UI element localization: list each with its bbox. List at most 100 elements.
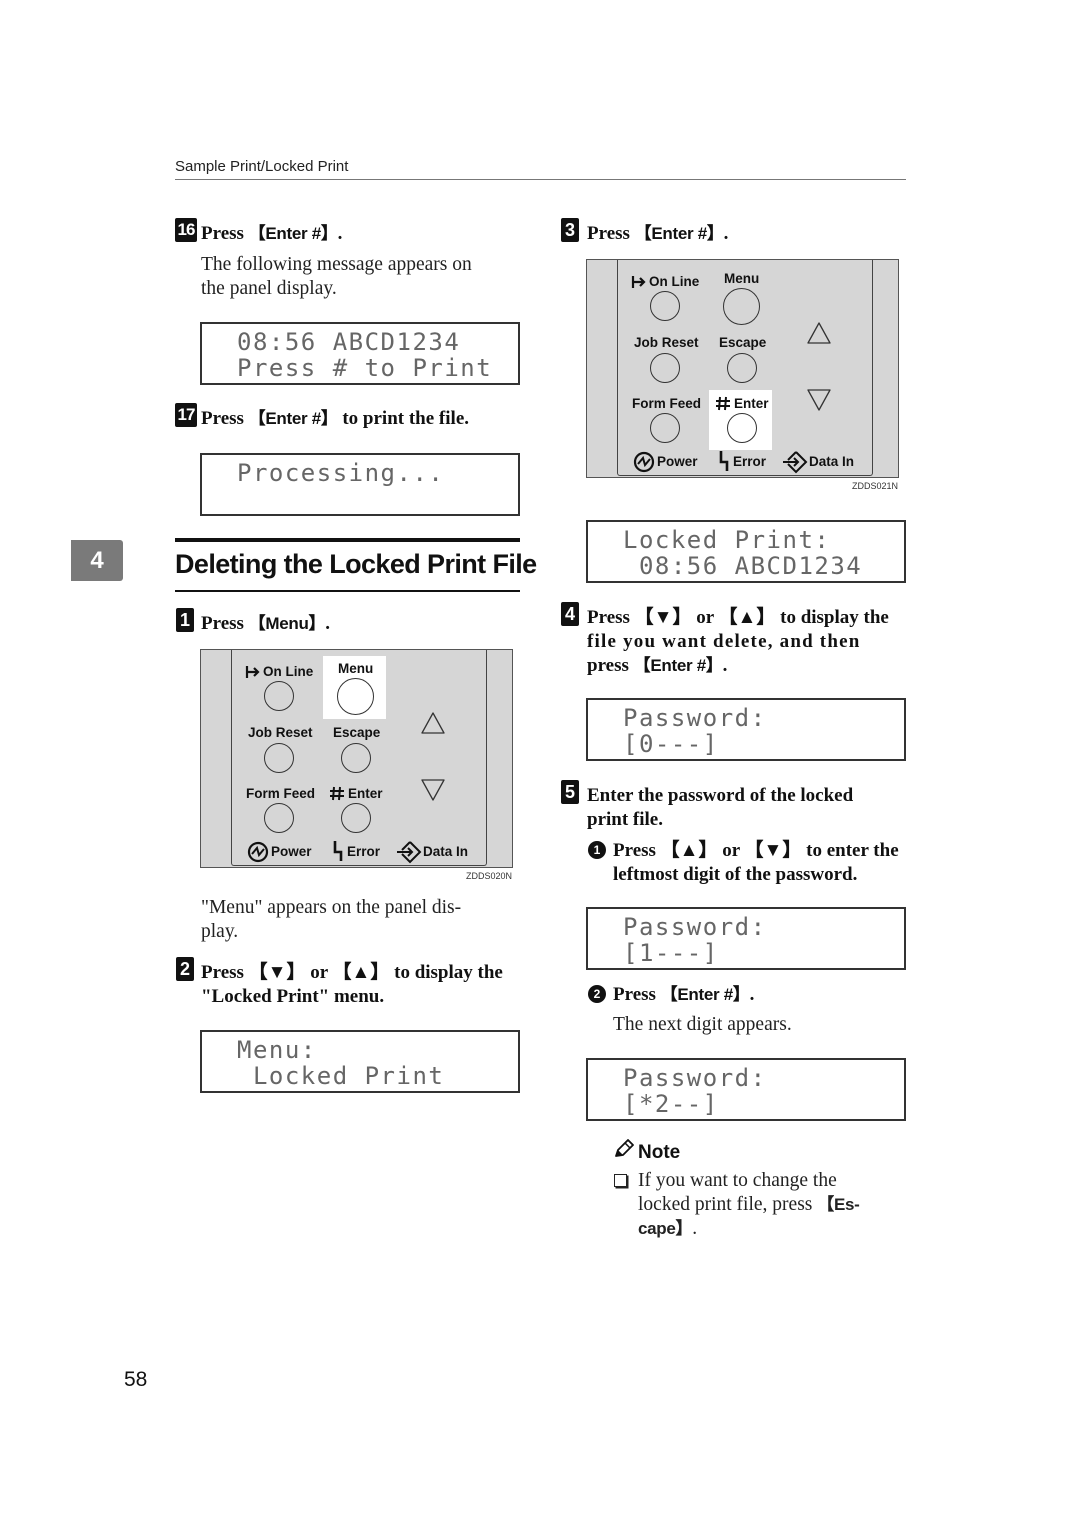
lcd-line-1: Locked Print: bbox=[623, 526, 831, 554]
step-2-line-1: Press 【▼】 or 【▲】 to display the bbox=[201, 962, 503, 983]
step-4-line-1: Press 【▼】 or 【▲】 to display the bbox=[587, 607, 889, 628]
lcd-display: Locked Print: 08:56 ABCD1234 bbox=[586, 520, 906, 583]
escape-key-label: cape】 bbox=[638, 1219, 693, 1238]
step-text: Press bbox=[613, 984, 661, 1005]
label-menu: Menu bbox=[724, 271, 760, 286]
lcd-line-2: [0---] bbox=[623, 730, 719, 758]
step-4-line-3: press 【Enter #】. bbox=[587, 654, 727, 678]
note-text: locked print file, press bbox=[638, 1194, 818, 1215]
step-number-badge: 1 bbox=[176, 608, 194, 632]
step-text: . bbox=[337, 223, 343, 244]
data-in-icon bbox=[783, 451, 808, 474]
form-feed-button[interactable] bbox=[650, 413, 680, 443]
note-line-3: cape】. bbox=[638, 1217, 697, 1241]
lcd-line-2: [*2--] bbox=[623, 1090, 719, 1118]
note-title: Note bbox=[638, 1142, 681, 1163]
step-number-badge: 16 bbox=[175, 218, 197, 242]
online-icon bbox=[631, 276, 646, 288]
lcd-line-1: 08:56 ABCD1234 bbox=[237, 328, 461, 356]
lcd-line-2: [1---] bbox=[623, 939, 719, 967]
step-5-line-2: print file. bbox=[587, 809, 663, 830]
step-1-desc-1: "Menu" appears on the panel dis- bbox=[201, 897, 462, 918]
form-feed-button[interactable] bbox=[264, 803, 294, 833]
hash-icon bbox=[330, 786, 344, 801]
step-text: . bbox=[325, 613, 331, 634]
lcd-line-1: Password: bbox=[623, 1064, 767, 1092]
page-number: 58 bbox=[124, 1368, 148, 1391]
header-rule bbox=[175, 179, 906, 180]
sub-step-bullet: 2 bbox=[588, 985, 606, 1003]
up-arrow-button[interactable] bbox=[806, 321, 832, 345]
label-job-reset: Job Reset bbox=[248, 725, 313, 740]
sub-step-bullet: 1 bbox=[588, 841, 606, 859]
step-17-instruction: Press 【Enter #】 to print the file. bbox=[201, 407, 469, 431]
step-number-badge: 17 bbox=[175, 403, 197, 427]
label-escape: Escape bbox=[333, 725, 381, 740]
figure-reference: ZDDS021N bbox=[852, 481, 899, 491]
escape-button[interactable] bbox=[727, 353, 757, 383]
label-power: Power bbox=[271, 844, 312, 859]
section-rule-bottom bbox=[175, 590, 520, 592]
online-button[interactable] bbox=[650, 291, 680, 321]
hash-icon bbox=[716, 396, 730, 411]
label-form-feed: Form Feed bbox=[246, 786, 316, 801]
step-5-line-1: Enter the password of the locked bbox=[587, 785, 854, 806]
step-3-instruction: Press 【Enter #】. bbox=[587, 222, 728, 246]
step-text: press bbox=[587, 655, 634, 676]
sub-step-1-line-1: Press 【▲】 or 【▼】 to enter the bbox=[613, 840, 899, 861]
lcd-line-2: Locked Print bbox=[237, 1062, 445, 1090]
menu-button[interactable] bbox=[723, 288, 760, 325]
online-button[interactable] bbox=[264, 681, 294, 711]
down-arrow-button[interactable] bbox=[420, 778, 446, 802]
data-in-icon bbox=[397, 841, 422, 864]
power-icon bbox=[247, 841, 269, 863]
enter-key-label: 【Enter #】 bbox=[660, 985, 750, 1004]
step-2-line-2: "Locked Print" menu. bbox=[201, 986, 385, 1007]
enter-key-label: 【Enter #】 bbox=[633, 656, 723, 675]
step-text: Press bbox=[587, 223, 635, 244]
note-line-1: If you want to change the bbox=[638, 1170, 837, 1191]
printer-control-panel: On Line Menu Job Reset Escape Form Feed … bbox=[586, 259, 899, 478]
label-enter: Enter bbox=[734, 396, 769, 411]
menu-button[interactable] bbox=[337, 678, 374, 715]
lcd-display: 08:56 ABCD1234 Press # to Print bbox=[200, 322, 520, 385]
figure-reference: ZDDS020N bbox=[466, 871, 513, 881]
enter-key-label: 【Enter #】 bbox=[248, 409, 338, 428]
job-reset-button[interactable] bbox=[650, 353, 680, 383]
enter-button[interactable] bbox=[727, 413, 757, 443]
note-line-2: locked print file, press 【Es- bbox=[638, 1193, 860, 1217]
sub-step-2-desc: The next digit appears. bbox=[613, 1014, 792, 1035]
label-job-reset: Job Reset bbox=[634, 335, 699, 350]
label-form-feed: Form Feed bbox=[632, 396, 702, 411]
step-1-instruction: Press 【Menu】. bbox=[201, 612, 330, 636]
online-icon bbox=[245, 666, 260, 678]
up-arrow-button[interactable] bbox=[420, 711, 446, 735]
lcd-display: Menu: Locked Print bbox=[200, 1030, 520, 1093]
lcd-display: Processing... bbox=[200, 453, 520, 516]
escape-key-label: 【Es- bbox=[817, 1195, 860, 1214]
label-data-in: Data In bbox=[809, 454, 855, 469]
step-number-badge: 2 bbox=[176, 957, 194, 981]
escape-button[interactable] bbox=[341, 743, 371, 773]
section-title: Deleting the Locked Print File bbox=[175, 549, 537, 579]
note-text: . bbox=[692, 1218, 698, 1239]
sub-step-1-line-2: leftmost digit of the password. bbox=[613, 864, 858, 885]
sub-step-2-instruction: Press 【Enter #】. bbox=[613, 983, 754, 1007]
section-rule-top bbox=[175, 538, 520, 542]
label-menu: Menu bbox=[338, 661, 374, 676]
step-text: Press bbox=[201, 613, 249, 634]
error-icon bbox=[719, 451, 729, 471]
down-arrow-button[interactable] bbox=[806, 388, 832, 412]
lcd-display: Password: [*2--] bbox=[586, 1058, 906, 1121]
step-16-instruction: Press 【Enter #】. bbox=[201, 222, 342, 246]
note-bullet-box bbox=[614, 1174, 627, 1187]
menu-key-label: 【Menu】 bbox=[248, 614, 326, 633]
step-text: to print the file. bbox=[337, 408, 470, 429]
label-error: Error bbox=[733, 454, 767, 469]
job-reset-button[interactable] bbox=[264, 743, 294, 773]
chapter-tab[interactable]: 4 bbox=[71, 540, 123, 581]
step-text: Press bbox=[201, 223, 249, 244]
enter-button[interactable] bbox=[341, 803, 371, 833]
step-16-desc-2: the panel display. bbox=[201, 278, 337, 299]
step-text: Press bbox=[201, 408, 249, 429]
